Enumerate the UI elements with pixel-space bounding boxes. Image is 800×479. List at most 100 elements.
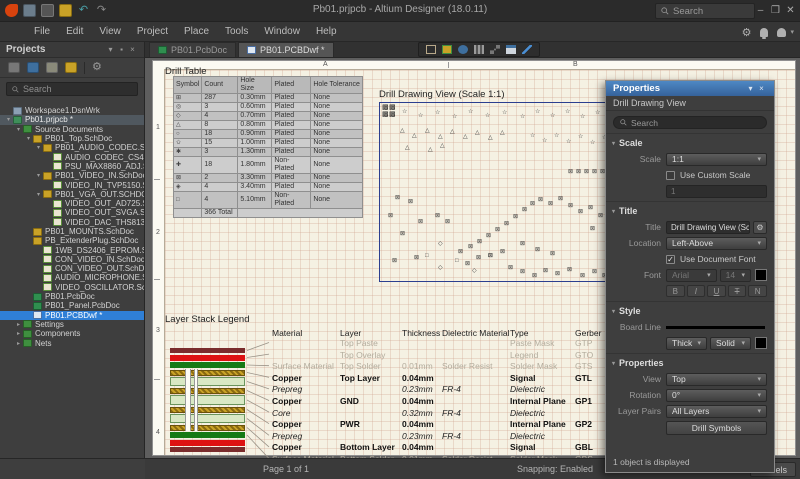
font-style-button-u[interactable]: U	[707, 285, 726, 297]
tree-item-1wb-ds2406-eprom-schdoc[interactable]: 1WB_DS2406_EPROM.SchDoc	[0, 245, 144, 254]
tree-expander-icon[interactable]: ▸	[14, 330, 23, 337]
tree-expander-icon[interactable]: ▾	[34, 172, 43, 179]
scale-dropdown[interactable]: 1:1▾	[666, 153, 767, 166]
custom-scale-input[interactable]: 1	[666, 185, 767, 198]
project-options-gear-icon[interactable]: ⚙	[92, 62, 102, 73]
tree-expander-icon[interactable]: ▾	[34, 191, 43, 198]
board-outline-icon[interactable]	[426, 45, 436, 54]
font-color-swatch[interactable]	[755, 269, 767, 281]
panel-icon[interactable]	[506, 45, 516, 54]
line-tool-icon[interactable]	[522, 45, 532, 54]
tree-item-psu-max8860-adj-schdoc[interactable]: PSU_MAX8860_ADJ.SchDoc	[0, 162, 144, 171]
tree-item-settings[interactable]: ▸Settings	[0, 320, 144, 329]
layer-pairs-dropdown[interactable]: All Layers▾	[666, 405, 767, 418]
title-format-gear-icon[interactable]: ⚙	[753, 221, 767, 234]
title-input[interactable]: Drill Drawing View (Scale =ViewScale)	[666, 221, 750, 234]
font-style-button-t[interactable]: T	[728, 285, 747, 297]
open-project-icon[interactable]	[65, 62, 77, 73]
tree-expander-icon[interactable]: ▸	[14, 321, 23, 328]
font-style-button-b[interactable]: B	[666, 285, 685, 297]
tree-item-video-in-tvp5150-schdoc[interactable]: VIDEO_IN_TVP5150.SchDoc	[0, 180, 144, 189]
copy-icon[interactable]	[41, 4, 54, 17]
tree-item-con-video-in-schdoc[interactable]: CON_VIDEO_IN.SchDoc	[0, 255, 144, 264]
menu-edit[interactable]: Edit	[58, 26, 91, 37]
redo-icon[interactable]: ↷	[95, 4, 108, 17]
section-expander-icon[interactable]: ▾	[612, 208, 615, 215]
view-dropdown[interactable]: Top▾	[666, 373, 767, 386]
close-button[interactable]: ✕	[784, 3, 797, 18]
menu-place[interactable]: Place	[176, 26, 217, 37]
validate-project-icon[interactable]	[27, 62, 39, 73]
3d-view-icon[interactable]	[458, 45, 468, 54]
tree-item-video-oscillator-schdoc[interactable]: VIDEO_OSCILLATOR.SchDoc	[0, 283, 144, 292]
tree-item-con-video-out-schdoc[interactable]: CON_VIDEO_OUT.SchDoc	[0, 264, 144, 273]
tree-item-pb01-top-schdoc[interactable]: ▾PB01_Top.SchDoc	[0, 134, 144, 143]
menu-file[interactable]: File	[26, 26, 58, 37]
tree-item-pb-extenderplug-schdoc[interactable]: PB_ExtenderPlug.SchDoc	[0, 236, 144, 245]
gear-icon[interactable]: ⚙	[742, 26, 752, 39]
font-size-dropdown[interactable]: 14▾	[720, 269, 751, 282]
section-expander-icon[interactable]: ▾	[612, 140, 615, 147]
undo-icon[interactable]: ↶	[77, 4, 90, 17]
section-expander-icon[interactable]: ▾	[612, 308, 615, 315]
tree-item-nets[interactable]: ▸Nets	[0, 338, 144, 347]
tree-expander-icon[interactable]: ▾	[4, 116, 13, 123]
panel-menu-icon[interactable]: ▾	[105, 45, 116, 54]
tree-item-pb01-video-in-schdoc[interactable]: ▾PB01_VIDEO_IN.SchDoc	[0, 171, 144, 180]
tree-item-audio-microphone-schdoc[interactable]: AUDIO_MICROPHONE.SchDoc	[0, 273, 144, 282]
tree-item-pb01-vga-out-schdoc[interactable]: ▾PB01_VGA_OUT.SCHDOC	[0, 190, 144, 199]
refresh-icon[interactable]	[46, 62, 58, 73]
tree-expander-icon[interactable]: ▾	[34, 144, 43, 151]
tree-item-source-documents[interactable]: ▾Source Documents	[0, 125, 144, 134]
menu-help[interactable]: Help	[308, 26, 345, 37]
tree-item-pb01-mounts-schdoc[interactable]: PB01_MOUNTS.SchDoc	[0, 227, 144, 236]
save-icon[interactable]	[23, 4, 36, 17]
tree-item-pb01-pcbdwf[interactable]: PB01.PCBDwf *	[0, 311, 144, 320]
place-object-icon[interactable]	[442, 45, 452, 54]
tab-pb01-pcbdwf[interactable]: PB01.PCBDwf *	[238, 42, 334, 57]
close-icon[interactable]: ×	[756, 84, 767, 93]
use-document-font-checkbox[interactable]	[666, 255, 675, 264]
font-style-button-i[interactable]: I	[687, 285, 706, 297]
save-project-icon[interactable]	[8, 62, 20, 73]
tree-expander-icon[interactable]: ▾	[14, 126, 23, 133]
tree-item-audio-codec-cs4270-schdoc[interactable]: AUDIO_CODEC_CS4270.SchDoc	[0, 152, 144, 161]
font-style-button-n[interactable]: N	[748, 285, 767, 297]
user-account-icon[interactable]	[777, 28, 786, 37]
rotation-dropdown[interactable]: 0°▾	[666, 389, 767, 402]
tree-item-pb01-prjpcb[interactable]: ▾Pb01.prjpcb *	[0, 115, 144, 124]
grid-icon[interactable]	[474, 45, 484, 54]
line-width-dropdown[interactable]: Thick▾	[666, 337, 707, 350]
tree-expander-icon[interactable]: ▸	[14, 340, 23, 347]
minimize-button[interactable]: –	[754, 3, 767, 18]
close-icon[interactable]: ×	[127, 45, 138, 54]
tree-expander-icon[interactable]: ▾	[24, 135, 33, 142]
line-color-swatch[interactable]	[755, 337, 767, 349]
tree-item-workspace1-dsnwrk[interactable]: Workspace1.DsnWrk	[0, 106, 144, 115]
projects-search-input[interactable]: Search	[6, 82, 138, 96]
tree-item-pb01-panel-pcbdoc[interactable]: PB01_Panel.PcbDoc	[0, 301, 144, 310]
menu-view[interactable]: View	[91, 26, 129, 37]
font-family-dropdown[interactable]: Arial▾	[666, 269, 717, 282]
properties-search-input[interactable]: Search	[613, 116, 767, 129]
line-kind-dropdown[interactable]: Solid▾	[710, 337, 751, 350]
tree-item-video-dac-ths8134b-schdo[interactable]: VIDEO_DAC_THS8134B.SchDo	[0, 218, 144, 227]
tree-item-pb01-pcbdoc[interactable]: PB01.PcbDoc	[0, 292, 144, 301]
menu-window[interactable]: Window	[256, 26, 308, 37]
use-custom-scale-checkbox[interactable]	[666, 171, 675, 180]
drill-symbols-button[interactable]: Drill Symbols	[666, 421, 767, 435]
tab-pb01-pcbdoc[interactable]: PB01.PcbDoc	[149, 42, 236, 57]
tree-item-components[interactable]: ▸Components	[0, 329, 144, 338]
open-folder-icon[interactable]	[59, 4, 72, 17]
route-icon[interactable]	[490, 45, 500, 54]
location-dropdown[interactable]: Left-Above▾	[666, 237, 767, 250]
pin-icon[interactable]: ▪	[116, 45, 127, 54]
global-search-input[interactable]: Search	[655, 3, 755, 19]
section-expander-icon[interactable]: ▾	[612, 360, 615, 367]
tree-item-video-out-ad725-schdoc[interactable]: VIDEO_OUT_AD725.SchDoc	[0, 199, 144, 208]
tree-item-video-out-svga-schdoc[interactable]: VIDEO_OUT_SVGA.SchDoc	[0, 208, 144, 217]
panel-menu-icon[interactable]: ▾	[745, 84, 756, 93]
tree-item-pb01-audio-codec-schdoc[interactable]: ▾PB01_AUDIO_CODEC.SchDoc	[0, 143, 144, 152]
menu-project[interactable]: Project	[129, 26, 176, 37]
notifications-bell-icon[interactable]	[760, 28, 768, 37]
